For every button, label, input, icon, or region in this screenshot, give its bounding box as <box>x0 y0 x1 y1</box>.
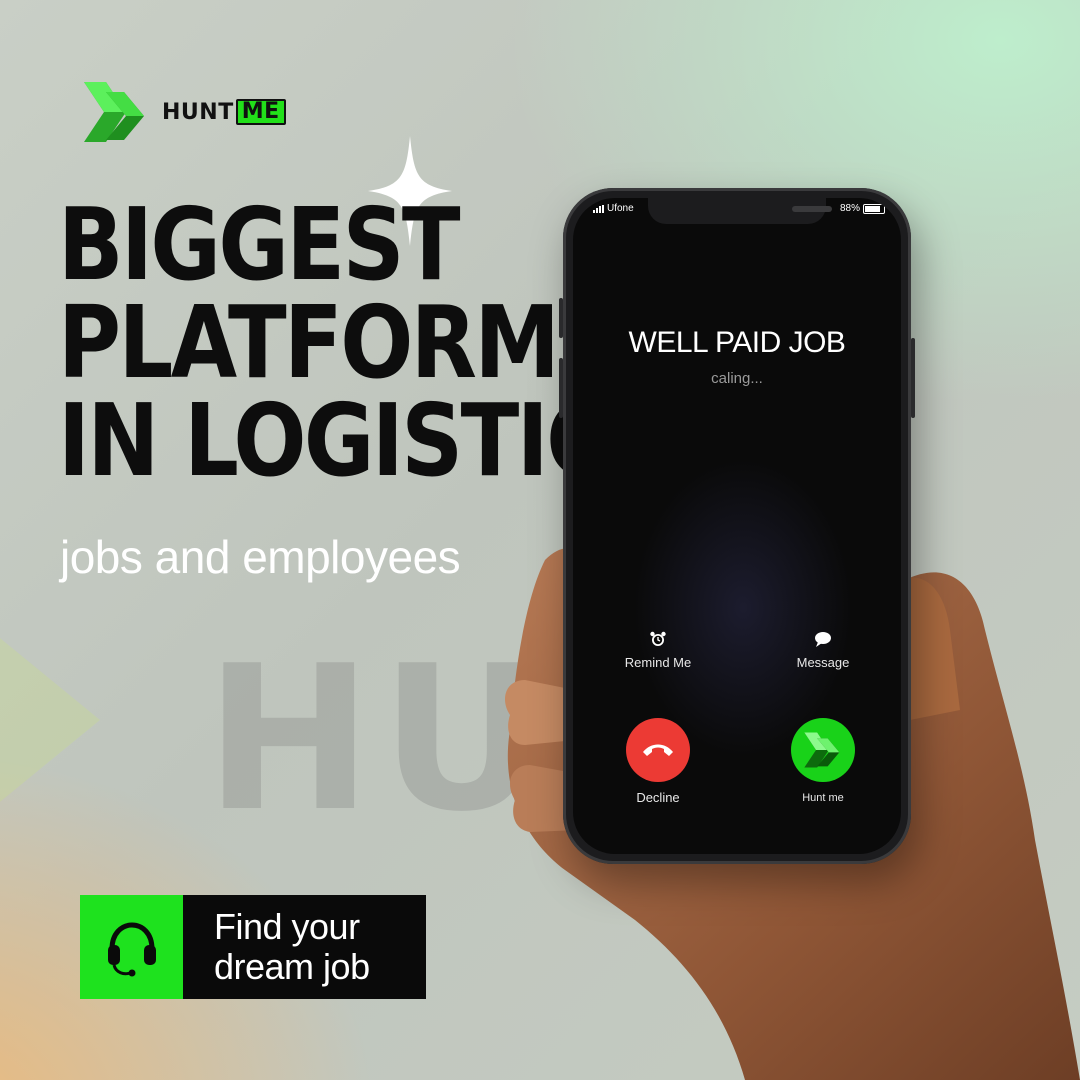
hunt-me-accept-button[interactable]: Hunt me <box>763 718 883 804</box>
headset-icon <box>107 922 156 977</box>
call-status: caling... <box>711 370 763 387</box>
logo-arrows-icon <box>84 82 144 142</box>
phone: Ufone 88% WELL PAID JOB caling... Remind… <box>559 188 915 864</box>
find-dream-job-cta[interactable]: Find your dream job <box>80 895 426 999</box>
phone-power-button <box>911 338 915 418</box>
logo-text-hunt: HUNT <box>162 99 234 125</box>
phone-speaker <box>792 206 832 212</box>
accept-label: Hunt me <box>802 792 844 804</box>
phone-mute-switch <box>559 298 563 338</box>
watermark-text: HU <box>205 623 551 856</box>
decline-circle <box>626 718 690 782</box>
caller-name: WELL PAID JOB <box>628 326 846 359</box>
alarm-clock-icon <box>650 631 666 646</box>
logo-wordmark: HUNT ME <box>162 99 286 125</box>
screen-glow <box>633 458 853 758</box>
subheadline: jobs and employees <box>60 531 461 583</box>
hang-up-phone-icon <box>643 744 673 756</box>
accept-circle <box>791 718 855 782</box>
cta-icon-box <box>80 895 183 999</box>
status-carrier: Ufone <box>593 203 634 214</box>
phone-volume-button <box>559 358 563 418</box>
remind-me-label: Remind Me <box>624 655 692 670</box>
signal-icon <box>593 204 604 213</box>
cta-line-2: dream job <box>214 946 370 987</box>
decline-label: Decline <box>636 790 680 805</box>
phone-screen: Ufone 88% WELL PAID JOB caling... Remind… <box>573 198 901 854</box>
remind-me-button[interactable]: Remind Me <box>598 630 718 670</box>
cta-text: Find your dream job <box>183 895 426 999</box>
decline-button[interactable]: Decline <box>598 718 718 805</box>
cta-line-1: Find your <box>214 906 360 947</box>
logo-arrows-icon <box>804 732 840 768</box>
brand-logo: HUNT ME <box>80 80 286 144</box>
logo-text-me: ME <box>235 99 286 125</box>
battery-icon <box>863 203 885 214</box>
message-bubble-icon <box>815 632 831 647</box>
phone-notch <box>648 198 832 224</box>
carrier-label: Ufone <box>607 203 634 214</box>
message-button[interactable]: Message <box>763 630 883 670</box>
status-battery: 88% <box>840 203 885 214</box>
battery-label: 88% <box>839 203 860 214</box>
watermark-arrow <box>0 630 100 810</box>
message-label: Message <box>796 655 850 670</box>
